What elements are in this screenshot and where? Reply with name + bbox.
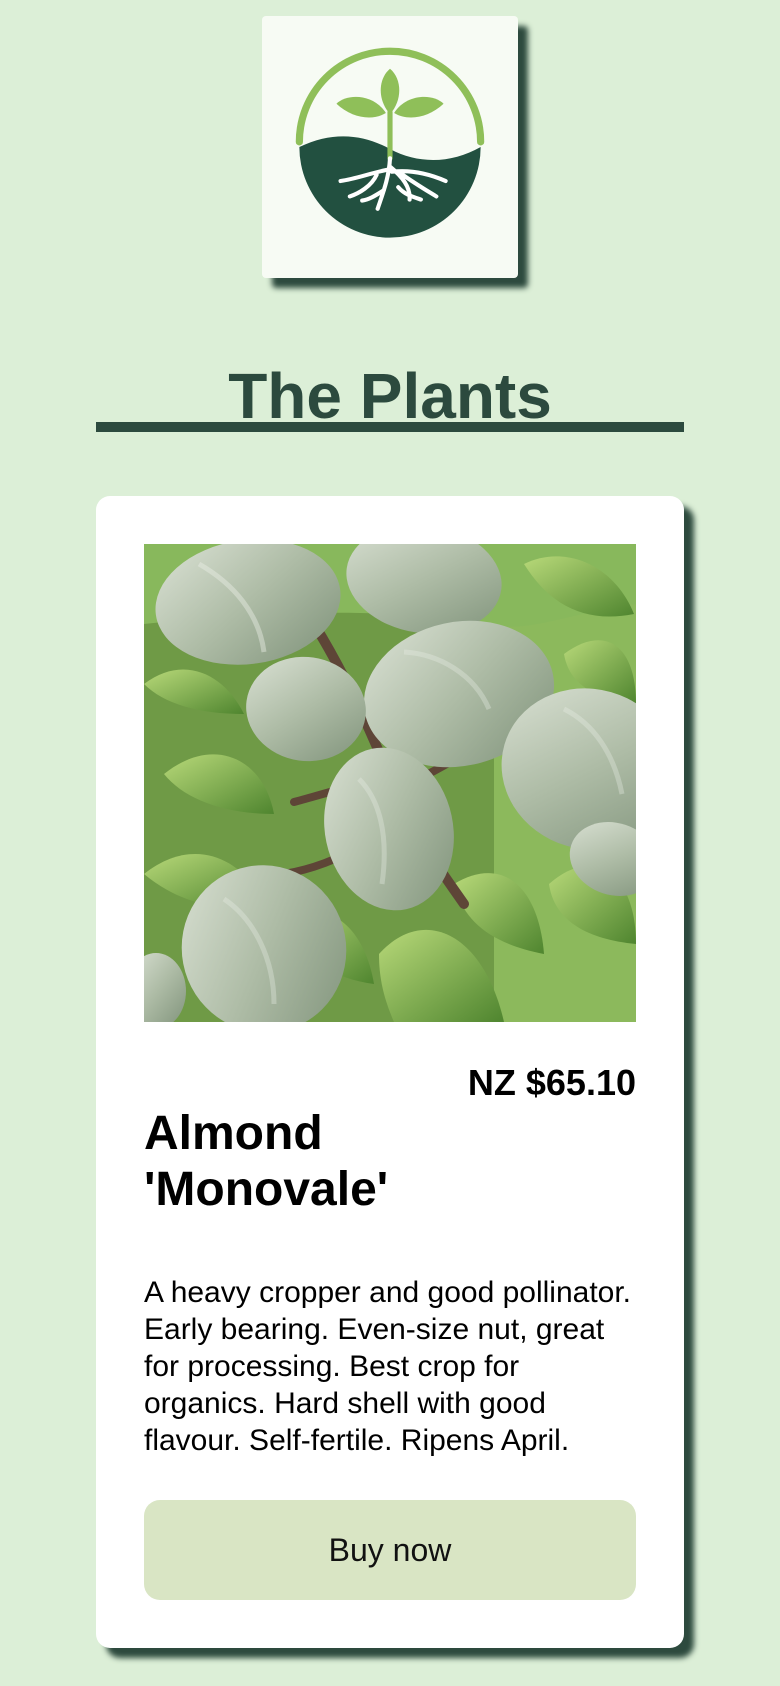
product-description: A heavy cropper and good pollinator. Ear… bbox=[144, 1276, 632, 1457]
page-title: The Plants bbox=[228, 359, 552, 432]
logo-card bbox=[262, 16, 518, 278]
product-name: Almond 'Monovale' bbox=[144, 1106, 389, 1216]
buy-now-button[interactable]: Buy now bbox=[144, 1500, 636, 1600]
title-divider bbox=[96, 422, 684, 432]
product-card: Almond 'Monovale' NZ $65.10 A heavy crop… bbox=[96, 496, 684, 1648]
product-price: NZ $65.10 bbox=[467, 1062, 636, 1103]
almond-fruit-image bbox=[144, 544, 636, 1022]
plant-roots-logo-icon bbox=[295, 47, 485, 238]
